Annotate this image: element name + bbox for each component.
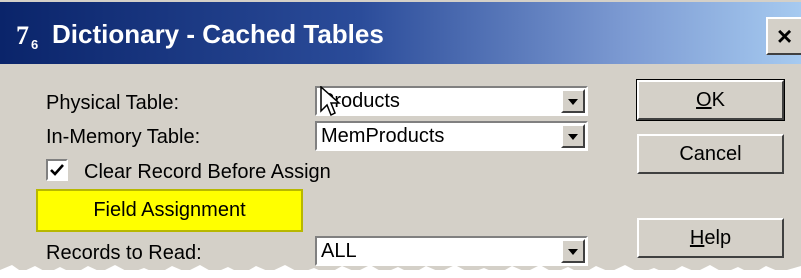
clear-record-label[interactable]: Clear Record Before Assign bbox=[84, 160, 331, 184]
chevron-down-icon[interactable] bbox=[561, 89, 585, 113]
window-title: Dictionary - Cached Tables bbox=[52, 19, 384, 49]
help-label-rest: elp bbox=[704, 226, 732, 249]
chevron-down-icon[interactable] bbox=[561, 239, 585, 263]
cached-tables-dialog: 7 6 Dictionary - Cached Tables × Physica… bbox=[0, 0, 801, 270]
cancel-button[interactable]: Cancel bbox=[637, 134, 784, 174]
ok-label-rest: K bbox=[711, 88, 725, 111]
torn-edge bbox=[0, 265, 801, 278]
close-icon: × bbox=[777, 21, 793, 51]
clear-record-checkbox[interactable] bbox=[46, 159, 68, 181]
title-bar[interactable]: 7 6 Dictionary - Cached Tables × bbox=[0, 2, 801, 64]
close-button[interactable]: × bbox=[766, 17, 801, 55]
help-button[interactable]: Help bbox=[637, 218, 784, 258]
ok-mnemonic: O bbox=[696, 88, 712, 111]
in-memory-table-combo[interactable]: MemProducts bbox=[315, 121, 588, 151]
app-icon-subscript: 6 bbox=[31, 37, 38, 50]
in-memory-table-label: In-Memory Table: bbox=[46, 126, 201, 148]
chevron-down-icon[interactable] bbox=[561, 124, 585, 148]
checkmark-icon bbox=[50, 164, 64, 176]
records-to-read-value: ALL bbox=[321, 240, 357, 262]
in-memory-table-value: MemProducts bbox=[321, 125, 445, 147]
physical-table-label: Physical Table: bbox=[46, 92, 180, 114]
app-icon: 7 6 bbox=[16, 21, 44, 52]
mouse-pointer-icon bbox=[320, 86, 341, 117]
help-mnemonic: H bbox=[689, 226, 705, 249]
field-assignment-button[interactable]: Field Assignment bbox=[36, 189, 303, 232]
ok-button[interactable]: OK bbox=[636, 79, 785, 121]
physical-table-combo[interactable]: Products bbox=[315, 86, 588, 116]
app-icon-digit: 7 bbox=[16, 22, 29, 50]
